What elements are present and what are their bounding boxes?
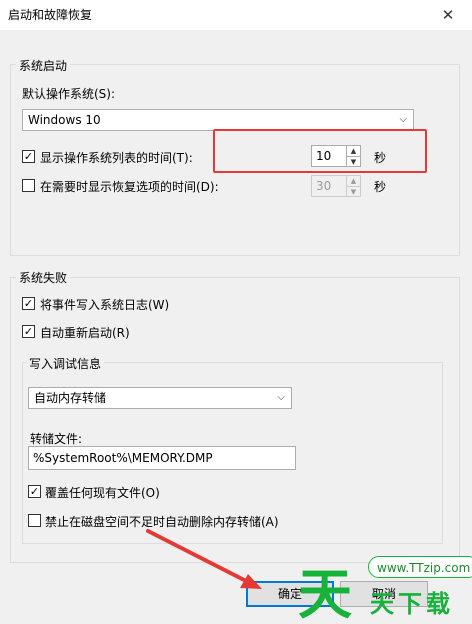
watermark-text: 天下载 xyxy=(370,590,454,618)
watermark-logo: 天 xyxy=(298,562,352,624)
red-arrow-icon xyxy=(146,529,262,589)
watermark-url: www.TTzip.com xyxy=(368,556,472,578)
watermark: 天 www.TTzip.com 天下载 xyxy=(290,548,472,624)
